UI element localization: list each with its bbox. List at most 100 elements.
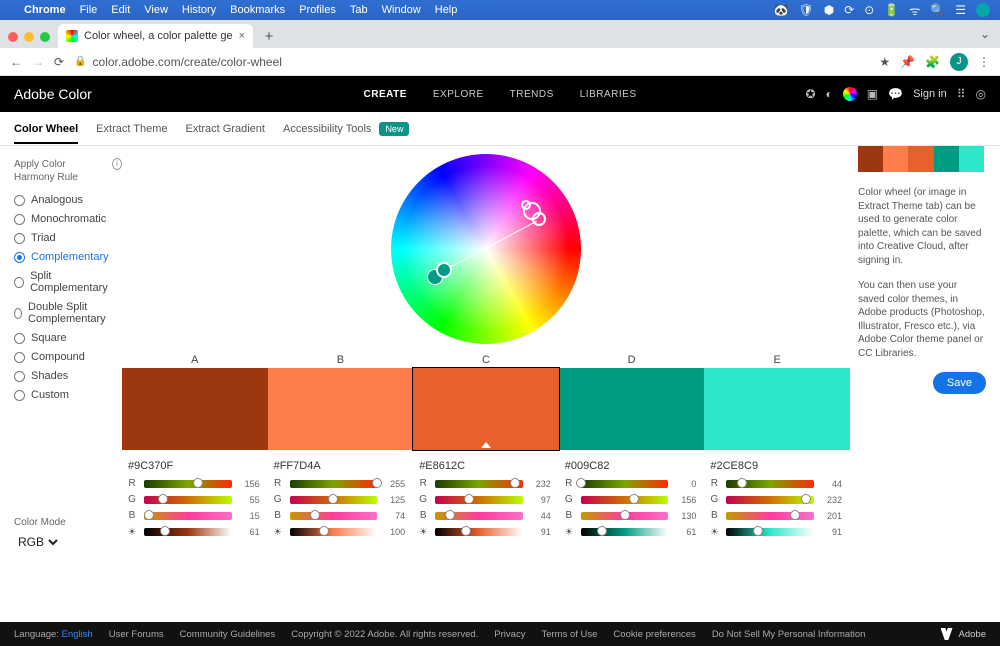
chrome-menu-icon[interactable]: ⋮ <box>978 55 990 69</box>
menu-item[interactable]: Edit <box>111 4 130 16</box>
subnav-accessibility[interactable]: Accessibility Tools <box>283 123 371 135</box>
color-mode-select[interactable]: RGB <box>14 534 61 550</box>
url-text[interactable]: color.adobe.com/create/color-wheel <box>93 55 282 69</box>
reload-button[interactable]: ⟳ <box>54 55 64 69</box>
channel-slider[interactable] <box>581 480 669 488</box>
channel-value[interactable]: 130 <box>674 511 696 521</box>
channel-slider[interactable] <box>435 496 523 504</box>
slider-thumb[interactable] <box>753 526 763 536</box>
info-icon[interactable]: i <box>112 158 122 170</box>
menu-item[interactable]: Chrome <box>24 4 66 16</box>
square-icon[interactable]: ▣ <box>867 87 878 101</box>
mini-swatch[interactable] <box>908 146 933 172</box>
minimize-window-icon[interactable] <box>24 32 34 42</box>
slider-thumb[interactable] <box>629 494 639 504</box>
channel-value[interactable]: 74 <box>383 511 405 521</box>
slider-thumb[interactable] <box>576 478 586 488</box>
color-wheel[interactable] <box>391 154 581 344</box>
close-window-icon[interactable] <box>8 32 18 42</box>
slider-thumb[interactable] <box>372 478 382 488</box>
footer-link[interactable]: User Forums <box>109 629 164 640</box>
save-button[interactable]: Save <box>933 372 986 394</box>
channel-slider[interactable] <box>144 528 232 536</box>
channel-value[interactable]: 91 <box>529 527 551 537</box>
swatch[interactable] <box>268 368 414 450</box>
hex-value[interactable]: #9C370F <box>122 460 268 472</box>
channel-value[interactable]: 97 <box>529 495 551 505</box>
status-icon[interactable]: 🔋 <box>884 3 899 17</box>
channel-value[interactable]: 100 <box>383 527 405 537</box>
cc-logo-icon[interactable]: ◎ <box>976 87 986 101</box>
mini-swatch[interactable] <box>959 146 984 172</box>
slider-thumb[interactable] <box>801 494 811 504</box>
channel-slider[interactable] <box>581 496 669 504</box>
nav-create[interactable]: CREATE <box>364 89 407 100</box>
channel-slider[interactable] <box>726 528 814 536</box>
nav-explore[interactable]: EXPLORE <box>433 89 484 100</box>
channel-slider[interactable] <box>290 496 378 504</box>
slider-thumb[interactable] <box>597 526 607 536</box>
slider-thumb[interactable] <box>328 494 338 504</box>
slider-thumb[interactable] <box>445 510 455 520</box>
spotlight-icon[interactable]: 🔍 <box>930 3 945 17</box>
tabstrip-chevron-icon[interactable]: ⌄ <box>980 27 990 41</box>
slider-thumb[interactable] <box>620 510 630 520</box>
channel-slider[interactable] <box>290 480 378 488</box>
menu-item[interactable]: Profiles <box>299 4 336 16</box>
extensions-icon[interactable]: 🧩 <box>925 55 940 69</box>
channel-value[interactable]: 61 <box>238 527 260 537</box>
harmony-rule-triad[interactable]: Triad <box>14 232 122 244</box>
signin-link[interactable]: Sign in <box>913 88 947 100</box>
swatch[interactable] <box>122 368 268 450</box>
slider-thumb[interactable] <box>790 510 800 520</box>
harmony-rule-shades[interactable]: Shades <box>14 370 122 382</box>
channel-value[interactable]: 156 <box>674 495 696 505</box>
harmony-rule-complementary[interactable]: Complementary <box>14 251 122 263</box>
nav-trends[interactable]: TRENDS <box>510 89 554 100</box>
nav-libraries[interactable]: LIBRARIES <box>580 89 637 100</box>
menu-item[interactable]: View <box>144 4 168 16</box>
menu-item[interactable]: File <box>80 4 98 16</box>
channel-value[interactable]: 255 <box>383 479 405 489</box>
back-button[interactable]: ← <box>10 55 22 69</box>
status-icon[interactable]: 🐼 <box>774 3 789 17</box>
apps-icon[interactable]: ⠿ <box>957 87 966 101</box>
slider-thumb[interactable] <box>319 526 329 536</box>
hex-value[interactable]: #FF7D4A <box>268 460 414 472</box>
menu-item[interactable]: Tab <box>350 4 368 16</box>
new-tab-button[interactable]: + <box>259 26 279 46</box>
channel-value[interactable]: 61 <box>674 527 696 537</box>
app-brand[interactable]: Adobe Color <box>14 86 92 102</box>
slider-thumb[interactable] <box>737 478 747 488</box>
mini-swatch[interactable] <box>858 146 883 172</box>
channel-value[interactable]: 156 <box>238 479 260 489</box>
channel-value[interactable]: 201 <box>820 511 842 521</box>
subnav-extract-theme[interactable]: Extract Theme <box>96 123 167 135</box>
footer-link[interactable]: Do Not Sell My Personal Information <box>712 629 866 640</box>
tab-close-icon[interactable]: × <box>239 30 245 42</box>
slider-thumb[interactable] <box>464 494 474 504</box>
footer-link[interactable]: Community Guidelines <box>180 629 276 640</box>
chat-icon[interactable]: 💬 <box>888 87 903 101</box>
lock-icon[interactable]: 🔒 <box>74 56 86 67</box>
channel-slider[interactable] <box>144 480 232 488</box>
channel-slider[interactable] <box>726 496 814 504</box>
channel-value[interactable]: 15 <box>238 511 260 521</box>
footer-link[interactable]: Cookie preferences <box>613 629 695 640</box>
channel-slider[interactable] <box>726 512 814 520</box>
slider-thumb[interactable] <box>144 510 154 520</box>
channel-value[interactable]: 0 <box>674 479 696 489</box>
harmony-rule-analogous[interactable]: Analogous <box>14 194 122 206</box>
channel-slider[interactable] <box>726 480 814 488</box>
channel-value[interactable]: 44 <box>820 479 842 489</box>
swatch[interactable] <box>413 368 559 450</box>
menu-item[interactable]: History <box>182 4 216 16</box>
wifi-icon[interactable]: ᯤ <box>909 2 920 19</box>
profile-avatar[interactable]: J <box>950 53 968 71</box>
status-icon[interactable]: ⟳ <box>844 3 854 17</box>
slider-thumb[interactable] <box>158 494 168 504</box>
status-icon[interactable]: ⬢ <box>824 3 834 17</box>
hex-value[interactable]: #2CE8C9 <box>704 460 850 472</box>
slider-thumb[interactable] <box>193 478 203 488</box>
channel-slider[interactable] <box>435 528 523 536</box>
